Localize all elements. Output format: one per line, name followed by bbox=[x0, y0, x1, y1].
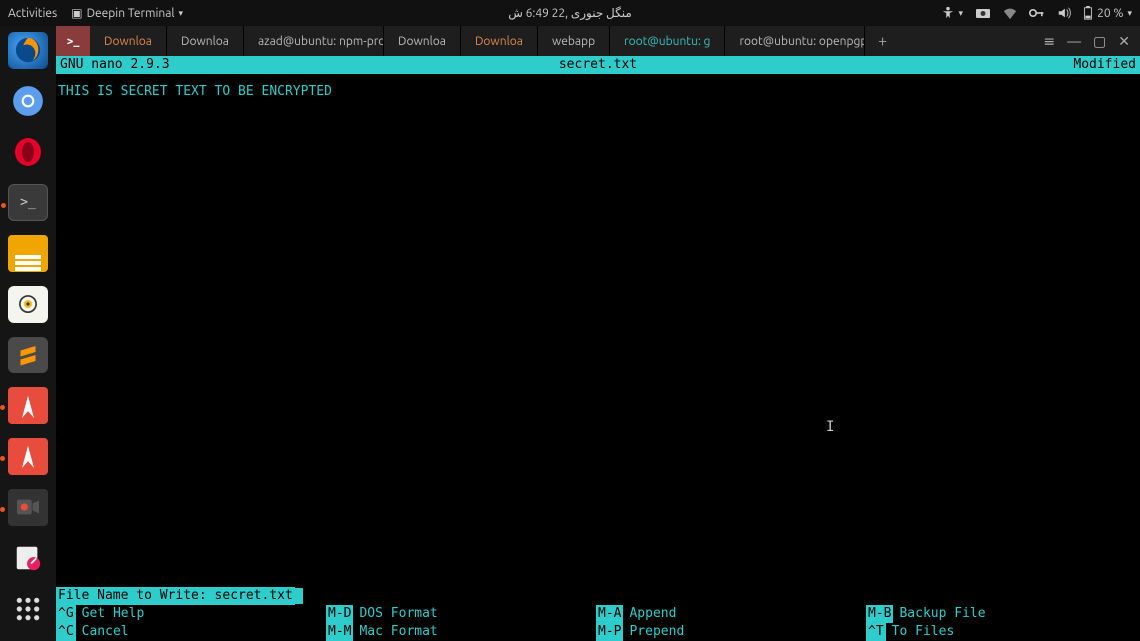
text-cursor-icon: I bbox=[826, 419, 834, 435]
shortcut-label: Cancel bbox=[82, 623, 129, 641]
accessibility-icon[interactable]: ▾ bbox=[941, 6, 964, 20]
maximize-icon[interactable]: ▢ bbox=[1093, 33, 1106, 50]
nano-shortcut: M-D DOS Format bbox=[326, 605, 596, 623]
dock-firefox-icon[interactable] bbox=[8, 32, 48, 69]
nano-shortcut: M-M Mac Format bbox=[326, 623, 596, 641]
battery-percent: 20 % bbox=[1097, 7, 1123, 20]
battery-indicator[interactable]: 20 % ▾ bbox=[1083, 6, 1132, 20]
clock[interactable]: منگل جنوری ,22 6:49 ش bbox=[508, 6, 632, 20]
chevron-down-icon: ▾ bbox=[179, 8, 184, 19]
terminal-prompt-icon[interactable]: >_ bbox=[56, 26, 90, 56]
nano-content-line: THIS IS SECRET TEXT TO BE ENCRYPTED bbox=[58, 84, 1138, 99]
nano-shortcuts-row: ^G Get Help M-D DOS Format M-A Append M-B Backu… bbox=[56, 605, 1140, 623]
new-tab-button[interactable]: + bbox=[865, 26, 899, 56]
cursor-block-icon bbox=[295, 588, 303, 604]
dock-recorder-icon[interactable] bbox=[8, 489, 48, 526]
terminal-tab-bar: >_ DownloaDownloaazad@ubuntu: npm-prcDow… bbox=[56, 26, 1140, 56]
dock-show-apps-icon[interactable] bbox=[8, 590, 48, 627]
nano-filename: secret.txt bbox=[559, 56, 637, 74]
shortcut-key: M-B bbox=[866, 605, 893, 623]
nano-prompt-label: File Name to Write: bbox=[58, 588, 215, 603]
terminal-tab[interactable]: Downloa bbox=[90, 26, 167, 56]
nano-shortcut: M-B Backup File bbox=[866, 605, 1140, 623]
nano-prompt-line[interactable]: File Name to Write: secret.txt bbox=[56, 587, 1140, 605]
shortcut-label: To Files bbox=[892, 623, 955, 641]
nano-shortcut: ^T To Files bbox=[866, 623, 1140, 641]
minimize-icon[interactable]: — bbox=[1067, 33, 1081, 49]
nano-shortcut: ^C Cancel bbox=[56, 623, 326, 641]
shortcut-key: M-D bbox=[326, 605, 353, 623]
nano-version: GNU nano 2.9.3 bbox=[60, 56, 170, 74]
close-icon[interactable]: ✕ bbox=[1118, 33, 1130, 50]
app-menu-label: Deepin Terminal bbox=[87, 7, 175, 20]
terminal-tab[interactable]: Downloa bbox=[384, 26, 461, 56]
terminal-tab[interactable]: azad@ubuntu: npm-prc bbox=[244, 26, 384, 56]
shortcut-key: ^G bbox=[56, 605, 76, 623]
shortcut-key: M-P bbox=[596, 623, 623, 641]
nano-shortcut: ^G Get Help bbox=[56, 605, 326, 623]
dock-sublime-icon[interactable] bbox=[8, 337, 48, 374]
shortcut-label: Prepend bbox=[629, 623, 684, 641]
terminal-tab[interactable]: root@ubuntu: g bbox=[610, 26, 725, 56]
shortcut-key: ^C bbox=[56, 623, 76, 641]
nano-status: Modified bbox=[1073, 56, 1136, 74]
nano-header-bar: GNU nano 2.9.3 secret.txt Modified bbox=[56, 56, 1140, 74]
shortcut-label: Mac Format bbox=[359, 623, 437, 641]
nano-shortcuts-row: ^C Cancel M-M Mac Format M-P Prepend ^T To File… bbox=[56, 623, 1140, 641]
nano-prompt-value: secret.txt bbox=[215, 588, 293, 603]
volume-icon[interactable] bbox=[1057, 6, 1071, 20]
dock-app1-icon[interactable] bbox=[8, 387, 48, 424]
dock-terminal-icon[interactable]: >_ bbox=[8, 184, 48, 221]
shortcut-key: ^T bbox=[866, 623, 886, 641]
shortcut-key: M-M bbox=[326, 623, 353, 641]
shortcut-key: M-A bbox=[596, 605, 623, 623]
nano-editor-area[interactable]: THIS IS SECRET TEXT TO BE ENCRYPTED I bbox=[56, 74, 1140, 587]
terminal-tab[interactable]: Downloa bbox=[461, 26, 538, 56]
dock-notes-icon[interactable] bbox=[8, 540, 48, 577]
terminal-tab[interactable]: root@ubuntu: openpgp-rev bbox=[725, 26, 865, 56]
dock-rhythmbox-icon[interactable] bbox=[8, 286, 48, 323]
terminal-small-icon: ▣ bbox=[71, 6, 82, 20]
app-menu[interactable]: ▣ Deepin Terminal ▾ bbox=[71, 6, 183, 20]
nano-shortcut: M-P Prepend bbox=[596, 623, 866, 641]
shortcut-label: Backup File bbox=[899, 605, 985, 623]
dock-files-icon[interactable] bbox=[8, 235, 48, 272]
terminal-tab[interactable]: Downloa bbox=[167, 26, 244, 56]
dock-app2-icon[interactable] bbox=[8, 438, 48, 475]
dock-chromium-icon[interactable] bbox=[8, 83, 48, 120]
network-icon[interactable] bbox=[1003, 6, 1017, 20]
shortcut-label: Get Help bbox=[82, 605, 145, 623]
hamburger-menu-icon[interactable]: ≡ bbox=[1043, 33, 1055, 50]
gnome-top-panel: Activities ▣ Deepin Terminal ▾ منگل جنور… bbox=[0, 0, 1140, 26]
dock-opera-icon[interactable] bbox=[8, 133, 48, 170]
vpn-key-icon[interactable] bbox=[1029, 8, 1045, 18]
activities-button[interactable]: Activities bbox=[8, 7, 57, 20]
terminal-window: >_ DownloaDownloaazad@ubuntu: npm-prcDow… bbox=[56, 26, 1140, 641]
gnome-dock: >_ bbox=[0, 26, 56, 641]
terminal-tab[interactable]: webapp bbox=[538, 26, 610, 56]
shortcut-label: Append bbox=[629, 605, 676, 623]
camera-icon[interactable] bbox=[975, 7, 991, 19]
shortcut-label: DOS Format bbox=[359, 605, 437, 623]
nano-shortcut: M-A Append bbox=[596, 605, 866, 623]
